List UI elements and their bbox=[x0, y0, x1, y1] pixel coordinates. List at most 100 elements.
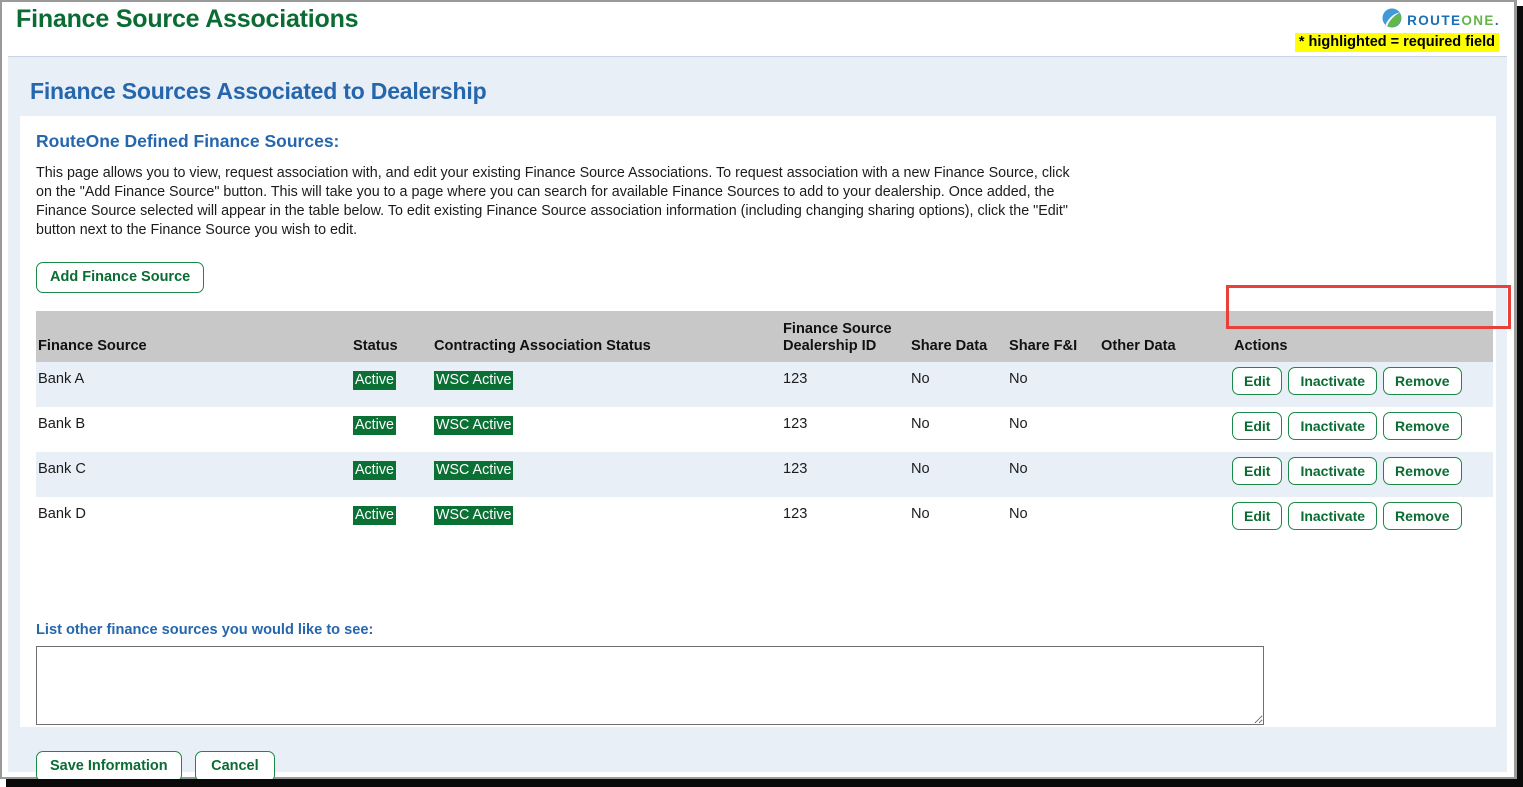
other-data-cell bbox=[1099, 407, 1232, 452]
page-header: Finance Source Associations ROUTEONE. * … bbox=[2, 2, 1514, 54]
finance-sources-card: RouteOne Defined Finance Sources: This p… bbox=[20, 116, 1511, 782]
routeone-leaf-icon bbox=[1382, 8, 1402, 33]
section-title: Finance Sources Associated to Dealership bbox=[30, 78, 487, 104]
contracting-status: WSC Active bbox=[434, 461, 514, 480]
status-cell: Active bbox=[351, 497, 432, 542]
column-header-finance-source-label: Finance Source bbox=[38, 338, 147, 354]
brand-name-part2: ONE bbox=[1461, 13, 1495, 28]
brand-name-suffix: . bbox=[1494, 13, 1500, 28]
contracting-status: WSC Active bbox=[434, 506, 514, 525]
other-data-cell bbox=[1099, 497, 1232, 542]
finance-source-cell: Bank B bbox=[36, 407, 351, 452]
share-fi: No bbox=[1009, 371, 1028, 387]
row-actions-cell: Edit Inactivate Remove bbox=[1232, 407, 1493, 452]
column-header-status: Status bbox=[351, 311, 432, 362]
finance-sources-table-body: Bank A Active WSC Active 123 No No Edit Inactiv… bbox=[36, 362, 1493, 542]
contracting-status: WSC Active bbox=[434, 416, 514, 435]
status-cell: Active bbox=[351, 407, 432, 452]
row-inactivate-button[interactable]: Inactivate bbox=[1288, 412, 1378, 440]
status: Active bbox=[353, 461, 396, 480]
application-window: Finance Source Associations ROUTEONE. * … bbox=[0, 0, 1517, 782]
share-fi: No bbox=[1009, 461, 1028, 477]
column-header-share-fi: Share F&I bbox=[1007, 311, 1099, 362]
window-shadow-bottom bbox=[6, 779, 1523, 787]
routeone-logo: ROUTEONE. bbox=[1382, 8, 1500, 33]
row-edit-button[interactable]: Edit bbox=[1232, 502, 1283, 530]
fs-dealership-id: 123 bbox=[783, 506, 808, 522]
add-finance-source-button[interactable]: Add Finance Source bbox=[36, 262, 205, 293]
row-remove-button[interactable]: Remove bbox=[1383, 457, 1462, 485]
share-fi: No bbox=[1009, 416, 1028, 432]
contracting-status-cell: WSC Active bbox=[432, 497, 781, 542]
column-header-share-data: Share Data bbox=[909, 311, 1007, 362]
window-shadow-right bbox=[1517, 6, 1523, 787]
other-finance-sources-label: List other finance sources you would lik… bbox=[36, 622, 374, 638]
fs-dealership-id-cell: 123 bbox=[781, 452, 909, 497]
column-header-other-data: Other Data bbox=[1099, 311, 1232, 362]
row-remove-button[interactable]: Remove bbox=[1383, 412, 1462, 440]
table-row: Bank A Active WSC Active 123 No No Edit Inactiv… bbox=[36, 362, 1493, 407]
fs-dealership-id-cell: 123 bbox=[781, 497, 909, 542]
row-edit-button[interactable]: Edit bbox=[1232, 412, 1283, 440]
cancel-button[interactable]: Cancel bbox=[195, 751, 275, 782]
contracting-status-cell: WSC Active bbox=[432, 362, 781, 407]
row-inactivate-button[interactable]: Inactivate bbox=[1288, 502, 1378, 530]
finance-sources-table: Finance Source Status Contracting Associ… bbox=[36, 311, 1493, 542]
finance-source-cell: Bank A bbox=[36, 362, 351, 407]
fs-dealership-id: 123 bbox=[783, 371, 808, 387]
brand-name-part1: ROUTE bbox=[1407, 13, 1462, 28]
share-fi-cell: No bbox=[1007, 362, 1099, 407]
content-panel: Finance Sources Associated to Dealership… bbox=[8, 56, 1511, 782]
other-finance-sources-input[interactable] bbox=[36, 646, 1264, 725]
table-header-row: Finance Source Status Contracting Associ… bbox=[36, 311, 1493, 362]
column-header-share-data-label: Share Data bbox=[911, 338, 988, 354]
intro-paragraph: This page allows you to view, request as… bbox=[36, 165, 1070, 238]
share-fi-cell: No bbox=[1007, 452, 1099, 497]
column-header-other-data-label: Other Data bbox=[1101, 338, 1176, 354]
row-remove-button[interactable]: Remove bbox=[1383, 502, 1462, 530]
finance-source: Bank B bbox=[38, 416, 86, 432]
save-information-button[interactable]: Save Information bbox=[36, 751, 182, 782]
share-data: No bbox=[911, 506, 930, 522]
status: Active bbox=[353, 371, 396, 390]
share-fi: No bbox=[1009, 506, 1028, 522]
status-cell: Active bbox=[351, 452, 432, 497]
row-edit-button[interactable]: Edit bbox=[1232, 457, 1283, 485]
contracting-status: WSC Active bbox=[434, 371, 514, 390]
row-edit-button[interactable]: Edit bbox=[1232, 367, 1283, 395]
column-header-contracting-status: Contracting Association Status bbox=[432, 311, 781, 362]
finance-source: Bank D bbox=[38, 506, 86, 522]
page-title: Finance Source Associations bbox=[16, 5, 359, 33]
share-fi-cell: No bbox=[1007, 407, 1099, 452]
table-row: Bank B Active WSC Active 123 No No Edit Inactiv… bbox=[36, 407, 1493, 452]
share-data-cell: No bbox=[909, 407, 1007, 452]
contracting-status-cell: WSC Active bbox=[432, 407, 781, 452]
finance-source: Bank C bbox=[38, 461, 86, 477]
share-data-cell: No bbox=[909, 497, 1007, 542]
row-inactivate-button[interactable]: Inactivate bbox=[1288, 367, 1378, 395]
finance-source: Bank A bbox=[38, 371, 85, 387]
contracting-status-cell: WSC Active bbox=[432, 452, 781, 497]
row-inactivate-button[interactable]: Inactivate bbox=[1288, 457, 1378, 485]
fs-dealership-id: 123 bbox=[783, 416, 808, 432]
other-data-cell bbox=[1099, 452, 1232, 497]
row-remove-button[interactable]: Remove bbox=[1383, 367, 1462, 395]
fs-dealership-id: 123 bbox=[783, 461, 808, 477]
fs-dealership-id-cell: 123 bbox=[781, 362, 909, 407]
fs-dealership-id-cell: 123 bbox=[781, 407, 909, 452]
share-data: No bbox=[911, 416, 930, 432]
share-data-cell: No bbox=[909, 362, 1007, 407]
column-header-fs-dealership-id-line1: Finance Source bbox=[783, 321, 892, 337]
routeone-wordmark: ROUTEONE. bbox=[1407, 13, 1500, 28]
column-header-fs-dealership-id: Finance Source Dealership ID bbox=[781, 311, 909, 362]
status: Active bbox=[353, 506, 396, 525]
share-data-cell: No bbox=[909, 452, 1007, 497]
column-header-actions-label: Actions bbox=[1234, 338, 1288, 354]
finance-sources-table-wrapper: Finance Source Status Contracting Associ… bbox=[36, 311, 1493, 542]
row-actions-cell: Edit Inactivate Remove bbox=[1232, 362, 1493, 407]
row-actions-cell: Edit Inactivate Remove bbox=[1232, 497, 1493, 542]
finance-source-cell: Bank D bbox=[36, 497, 351, 542]
table-row: Bank D Active WSC Active 123 No No Edit Inactiv… bbox=[36, 497, 1493, 542]
subsection-title: RouteOne Defined Finance Sources: bbox=[36, 131, 340, 151]
table-row: Bank C Active WSC Active 123 No No Edit Inactiv… bbox=[36, 452, 1493, 497]
